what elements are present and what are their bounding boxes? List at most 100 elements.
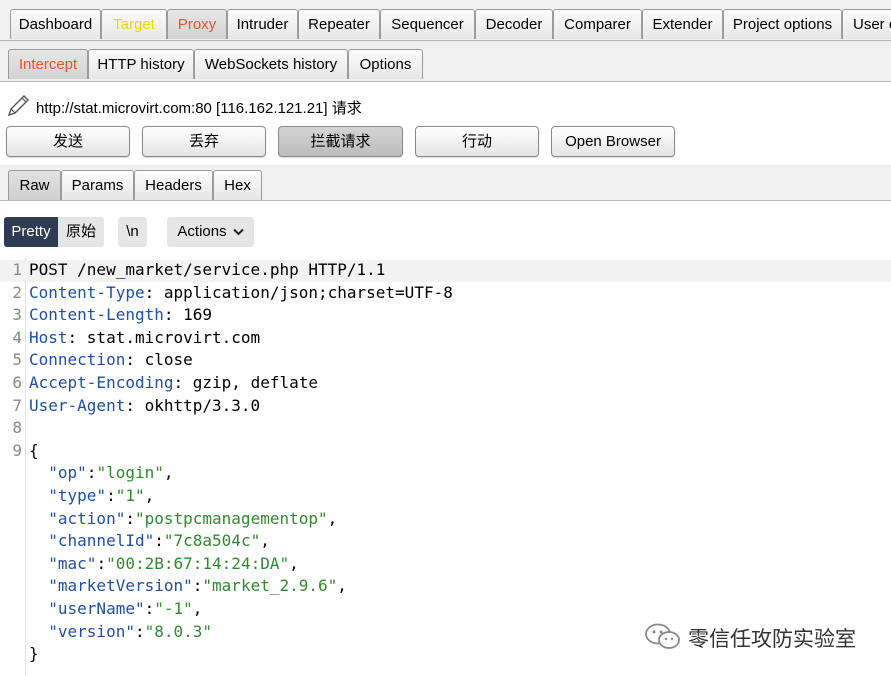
tab-intercept[interactable]: Intercept (8, 49, 88, 79)
code-line: "userName":"-1", (0, 599, 891, 621)
newline-toggle[interactable]: \n (118, 217, 147, 247)
code-line: 1 POST /new_market/service.php HTTP/1.1 (0, 260, 891, 282)
code-text: "op":"login", (48, 463, 174, 483)
code-line: "type":"1", (0, 486, 891, 508)
json-key: "type" (48, 486, 107, 505)
code-text: Connection: close (29, 350, 193, 370)
request-editor[interactable]: 1 POST /new_market/service.php HTTP/1.1 2 C… (0, 258, 891, 676)
line-number: 2 (12, 282, 22, 302)
json-value: "8.0.3" (144, 621, 213, 641)
json-value: "00:2B:67:14:24:DA" (106, 553, 290, 573)
code-line: 9{ (0, 441, 891, 463)
open-browser-button[interactable]: Open Browser (551, 126, 675, 157)
actions-label: Actions (177, 223, 227, 240)
code-line: 4 Host: stat.microvirt.com (0, 328, 891, 350)
tab-target[interactable]: Target (101, 9, 167, 39)
tab-extender[interactable]: Extender (642, 9, 723, 39)
json-value: "1" (115, 486, 145, 505)
code-text: Accept-Encoding: gzip, deflate (29, 373, 318, 392)
tab-decoder[interactable]: Decoder (475, 9, 553, 39)
tab-comparer[interactable]: Comparer (553, 9, 642, 39)
line-number: 8 (12, 418, 22, 438)
header-name: User-Agent (29, 395, 126, 415)
tab-intruder[interactable]: Intruder (227, 9, 298, 39)
line-number: 3 (12, 305, 22, 325)
tab-websockets-history[interactable]: WebSockets history (194, 49, 348, 79)
wechat-icon (645, 623, 680, 649)
code-line: 5 Connection: close (0, 350, 891, 372)
code-line: "marketVersion":"market_2.9.6", (0, 576, 891, 598)
code-text: "type":"1", (48, 486, 155, 505)
tab-http-history[interactable]: HTTP history (88, 49, 194, 79)
json-key: "mac" (48, 553, 97, 573)
code-text: "mac":"00:2B:67:14:24:DA", (48, 553, 299, 573)
code-text: Content-Type: application/json;charset=U… (29, 282, 453, 302)
action-button[interactable]: 行动 (415, 126, 539, 157)
raw-toggle[interactable]: 原始 (58, 217, 104, 247)
code-line: 6 Accept-Encoding: gzip, deflate (0, 373, 891, 395)
request-target-label: http://stat.microvirt.com:80 [116.162.12… (36, 100, 362, 117)
code-text: Host: stat.microvirt.com (29, 327, 261, 347)
json-value: "login" (96, 463, 164, 483)
tab-raw[interactable]: Raw (8, 170, 61, 200)
tab-repeater[interactable]: Repeater (298, 9, 380, 39)
line-number: 6 (12, 373, 22, 392)
tab-proxy[interactable]: Proxy (167, 9, 227, 39)
line-number: 4 (12, 327, 22, 347)
proxy-sub-tab-bar: Intercept HTTP history WebSockets histor… (0, 41, 891, 82)
chevron-down-icon (232, 217, 244, 247)
code-line: 7 User-Agent: okhttp/3.3.0 (0, 396, 891, 418)
json-key: "marketVersion" (48, 576, 193, 596)
intercept-toggle-button[interactable]: 拦截请求 (278, 126, 403, 157)
code-text: "version":"8.0.3" (48, 621, 213, 641)
json-value: "-1" (154, 599, 193, 618)
tab-options[interactable]: Options (348, 49, 423, 79)
code-text: "userName":"-1", (48, 599, 203, 618)
json-key: "channelId" (48, 531, 155, 551)
code-line: 2 Content-Type: application/json;charset=… (0, 283, 891, 305)
pencil-icon (7, 95, 29, 117)
json-key: "op" (48, 463, 87, 483)
tab-hex[interactable]: Hex (213, 170, 262, 200)
code-line: "op":"login", (0, 463, 891, 485)
main-tab-bar: Dashboard Target Proxy Intruder Repeater… (0, 0, 891, 41)
tab-user-options[interactable]: User o (842, 9, 891, 39)
pretty-toggle[interactable]: Pretty (4, 217, 58, 247)
code-text: Content-Length: 169 (29, 305, 213, 325)
header-name: Accept-Encoding (29, 373, 174, 392)
json-value: "market_2.9.6" (202, 576, 338, 596)
code-text: { (29, 440, 39, 460)
drop-button[interactable]: 丢弃 (142, 126, 266, 157)
header-name: Connection (29, 350, 126, 370)
line-number: 1 (12, 260, 22, 279)
code-text: "marketVersion":"market_2.9.6", (48, 576, 347, 596)
code-line: "action":"postpcmanagementop", (0, 509, 891, 531)
code-text: POST /new_market/service.php HTTP/1.1 (29, 260, 386, 279)
line-number: 9 (12, 440, 22, 460)
tab-dashboard[interactable]: Dashboard (10, 9, 101, 39)
code-line: 3 Content-Length: 169 (0, 305, 891, 327)
json-key: "version" (48, 621, 135, 641)
line-number: 7 (12, 395, 22, 415)
tab-project-options[interactable]: Project options (723, 9, 842, 39)
code-text: } (29, 644, 39, 664)
forward-button[interactable]: 发送 (6, 126, 130, 157)
tab-sequencer[interactable]: Sequencer (380, 9, 475, 39)
code-text: "channelId":"7c8a504c", (48, 531, 270, 551)
header-name: Content-Length (29, 305, 164, 325)
json-key: "userName" (48, 599, 145, 618)
code-text: "action":"postpcmanagementop", (48, 508, 338, 528)
tab-headers[interactable]: Headers (134, 170, 213, 200)
tab-params[interactable]: Params (61, 170, 134, 200)
editor-toolbar: Pretty 原始 \n Actions (0, 203, 891, 257)
code-line: "mac":"00:2B:67:14:24:DA", (0, 554, 891, 576)
code-line: "channelId":"7c8a504c", (0, 531, 891, 553)
json-value: "7c8a504c" (163, 531, 261, 551)
line-number: 5 (12, 350, 22, 370)
message-view-tab-bar: Raw Params Headers Hex (0, 165, 891, 201)
watermark-text: 零信任攻防实验室 (688, 628, 856, 651)
json-key: "action" (48, 508, 126, 528)
code-text: User-Agent: okhttp/3.3.0 (29, 395, 261, 415)
header-name: Content-Type (29, 282, 145, 302)
actions-dropdown[interactable]: Actions (167, 217, 254, 247)
